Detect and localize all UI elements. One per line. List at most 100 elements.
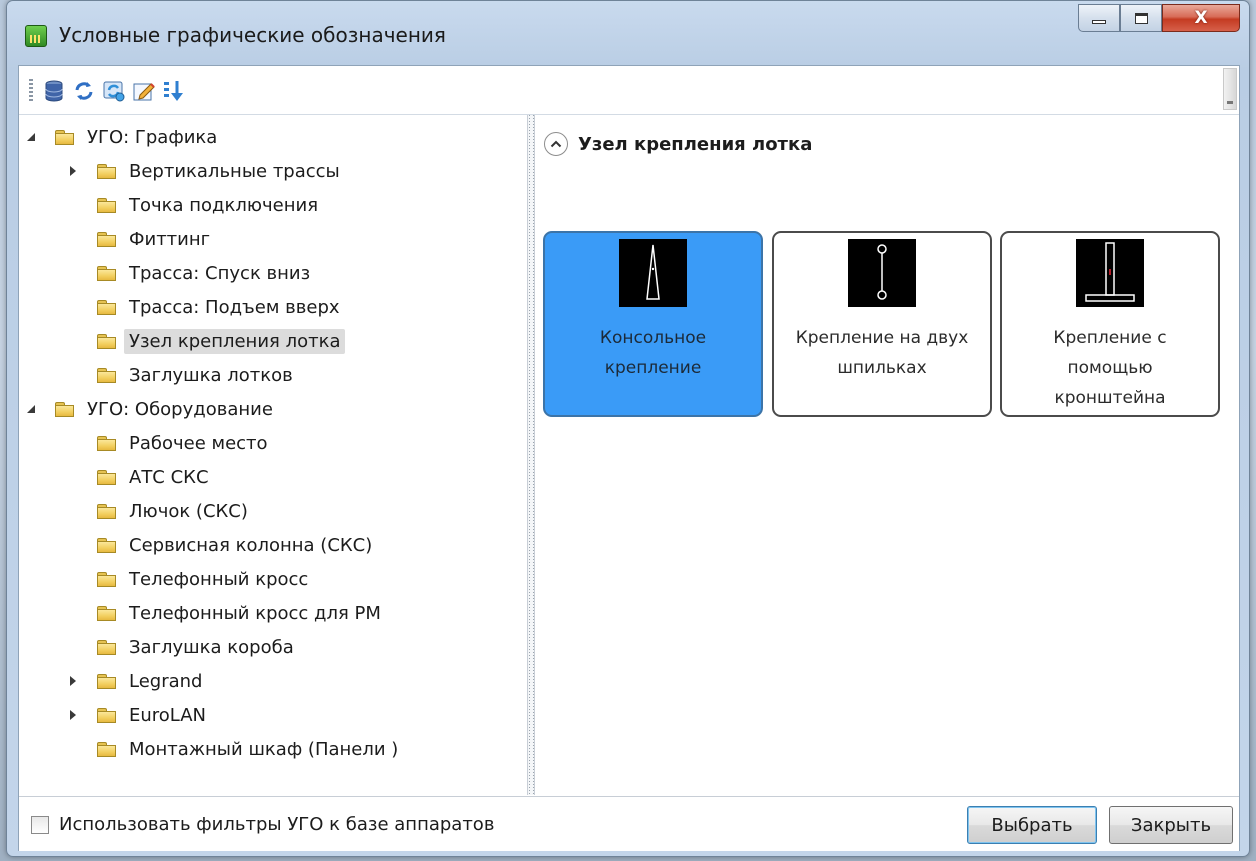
symbol-tile-label-line: шпильках <box>837 358 927 378</box>
tree-expand-arrow-icon[interactable] <box>67 165 79 177</box>
tree-collapse-arrow-icon[interactable] <box>25 403 37 415</box>
tree-item[interactable]: Лючок (СКС) <box>97 496 253 526</box>
tree-item-label[interactable]: АТС СКС <box>124 465 214 490</box>
symbol-tile[interactable]: Крепление на двух шпильках <box>772 231 992 417</box>
window-title: Условные графические обозначения <box>59 23 446 47</box>
toolbar <box>19 66 1239 115</box>
tree-item-label[interactable]: Legrand <box>124 669 207 694</box>
tree-item[interactable]: Фиттинг <box>97 224 215 254</box>
tree-item-label[interactable]: Сервисная колонна (СКС) <box>124 533 377 558</box>
folder-icon <box>97 231 116 247</box>
select-button[interactable]: Выбрать <box>967 806 1097 844</box>
folder-icon <box>97 333 116 349</box>
tree-item-label[interactable]: Трасса: Спуск вниз <box>124 261 315 286</box>
tree-item-label[interactable]: Рабочее место <box>124 431 273 456</box>
pane-splitter[interactable] <box>527 115 535 795</box>
edit-icon <box>133 83 155 101</box>
chevron-up-icon <box>550 140 562 148</box>
minimize-button[interactable] <box>1078 4 1120 32</box>
group-header: Узел крепления лотка <box>544 129 812 159</box>
sync-button[interactable] <box>101 78 127 104</box>
dialog-window: Условные графические обозначения X УГО: … <box>6 0 1250 857</box>
database-button[interactable] <box>41 78 67 104</box>
folder-icon <box>97 469 116 485</box>
tree-item[interactable]: АТС СКС <box>97 462 214 492</box>
toolbar-overflow-button[interactable] <box>1223 68 1237 110</box>
tree-item[interactable]: Точка подключения <box>97 190 323 220</box>
tree-item-label[interactable]: Телефонный кросс <box>124 567 313 592</box>
tree-item-label[interactable]: Лючок (СКС) <box>124 499 253 524</box>
folder-icon <box>55 129 74 145</box>
tree-item-label[interactable]: Точка подключения <box>124 193 323 218</box>
folder-icon <box>97 707 116 723</box>
tree-item[interactable]: Legrand <box>97 666 207 696</box>
close-window-button[interactable]: X <box>1162 4 1240 32</box>
dialog-client-area: УГО: Графика Вертикальные трассы Точка под… <box>18 65 1240 851</box>
tree-item-label[interactable]: Фиттинг <box>124 227 215 252</box>
tree-item[interactable]: Заглушка лотков <box>97 360 298 390</box>
tree-item[interactable]: Заглушка короба <box>97 632 299 662</box>
tree-item-label[interactable]: Заглушка лотков <box>124 363 298 388</box>
close-button[interactable]: Закрыть <box>1109 806 1233 844</box>
tree-expand-arrow-icon[interactable] <box>67 709 79 721</box>
tree-item-label[interactable]: УГО: Оборудование <box>82 397 278 422</box>
tree-collapse-arrow-icon[interactable] <box>25 131 37 143</box>
symbol-tile-label-line: Крепление с <box>1053 328 1167 348</box>
folder-icon <box>97 605 116 621</box>
refresh-icon <box>75 82 93 100</box>
symbol-tile-label: Консольное крепление <box>553 323 753 383</box>
tree-item[interactable]: Узел крепления лотка <box>97 326 346 356</box>
filter-checkbox-label[interactable]: Использовать фильтры УГО к базе аппарато… <box>59 814 494 835</box>
minimize-icon <box>1092 20 1106 24</box>
folder-icon <box>97 537 116 553</box>
folder-icon <box>97 435 116 451</box>
folder-icon <box>97 197 116 213</box>
refresh-button[interactable] <box>71 78 97 104</box>
tree-item[interactable]: Рабочее место <box>97 428 273 458</box>
tree-item[interactable]: EuroLAN <box>97 700 211 730</box>
group-title: Узел крепления лотка <box>578 133 813 155</box>
app-icon <box>25 25 47 47</box>
close-icon: X <box>1194 8 1208 28</box>
folder-icon <box>97 503 116 519</box>
symbol-tile[interactable]: Крепление с помощью кронштейна <box>1000 231 1220 417</box>
tree-item-label[interactable]: Вертикальные трассы <box>124 159 345 184</box>
symbol-tile-label-line: помощью <box>1067 358 1153 378</box>
sync-icon <box>103 81 125 102</box>
collapse-group-button[interactable] <box>544 132 568 156</box>
tree-item-label[interactable]: Монтажный шкаф (Панели ) <box>124 737 403 762</box>
toolbar-grip[interactable] <box>29 79 33 103</box>
tree-item-label[interactable]: Телефонный кросс для РМ <box>124 601 386 626</box>
tree-item[interactable]: Сервисная колонна (СКС) <box>97 530 377 560</box>
tree-item[interactable]: УГО: Графика <box>55 122 222 152</box>
folder-icon <box>97 673 116 689</box>
title-bar[interactable]: Условные графические обозначения X <box>7 1 1249 65</box>
tree-item[interactable]: Трасса: Спуск вниз <box>97 258 315 288</box>
tree-item[interactable]: УГО: Оборудование <box>55 394 278 424</box>
tree-item[interactable]: Монтажный шкаф (Панели ) <box>97 734 403 764</box>
tree-item-label[interactable]: EuroLAN <box>124 703 211 728</box>
folder-icon <box>97 299 116 315</box>
maximize-button[interactable] <box>1120 4 1162 32</box>
tree-item-label[interactable]: Заглушка короба <box>124 635 299 660</box>
maximize-icon <box>1134 12 1148 24</box>
filter-checkbox-row[interactable]: Использовать фильтры УГО к базе аппарато… <box>31 814 494 835</box>
sort-button[interactable] <box>161 78 187 104</box>
tree-item-label[interactable]: Узел крепления лотка <box>124 328 346 354</box>
tree-item-label[interactable]: УГО: Графика <box>82 125 222 150</box>
sort-icon <box>164 81 183 101</box>
filter-checkbox[interactable] <box>31 815 49 834</box>
folder-icon <box>97 163 116 179</box>
tree-item[interactable]: Трасса: Подъем вверх <box>97 292 345 322</box>
tree-item-label[interactable]: Трасса: Подъем вверх <box>124 295 345 320</box>
dialog-footer: Использовать фильтры УГО к базе аппарато… <box>19 796 1239 851</box>
tree-item[interactable]: Вертикальные трассы <box>97 156 345 186</box>
folder-icon <box>97 367 116 383</box>
symbol-tile[interactable]: Консольное крепление <box>543 231 763 417</box>
tree-item[interactable]: Телефонный кросс <box>97 564 313 594</box>
tree-expand-arrow-icon[interactable] <box>67 675 79 687</box>
folder-icon <box>55 401 74 417</box>
edit-button[interactable] <box>131 78 157 104</box>
symbol-tile-label-line: Консольное <box>599 328 707 348</box>
tree-item[interactable]: Телефонный кросс для РМ <box>97 598 386 628</box>
